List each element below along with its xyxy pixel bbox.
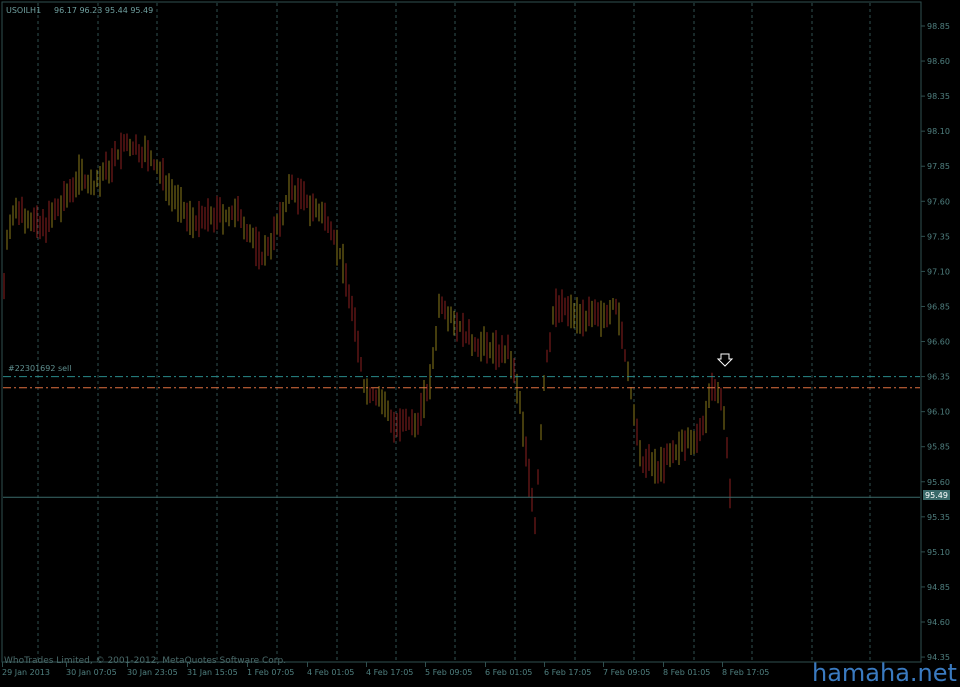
price-tick-label: 94.60 bbox=[927, 618, 950, 627]
price-tick-label: 97.85 bbox=[927, 162, 950, 171]
chart-svg[interactable]: 98.85 98.60 98.35 98.10 97.85 97.60 97.35 97.10… bbox=[0, 0, 960, 687]
time-tick-label: 4 Feb 01:05 bbox=[307, 668, 354, 677]
time-tick-label: 8 Feb 01:05 bbox=[663, 668, 710, 677]
price-tick-label: 98.10 bbox=[927, 127, 950, 136]
time-tick-label: 6 Feb 01:05 bbox=[485, 668, 532, 677]
price-tick-label: 96.60 bbox=[927, 338, 950, 347]
price-tick-label: 96.35 bbox=[927, 373, 950, 382]
time-tick-label: 31 Jan 15:05 bbox=[187, 668, 238, 677]
current-price-text: 95.49 bbox=[925, 491, 948, 500]
price-tick-label: 96.10 bbox=[927, 408, 950, 417]
price-tick-label: 95.85 bbox=[927, 443, 950, 452]
price-tick-label: 98.60 bbox=[927, 57, 950, 66]
chart-background bbox=[0, 0, 960, 683]
time-tick-label: 1 Feb 07:05 bbox=[247, 668, 294, 677]
time-tick-label: 29 Jan 2013 bbox=[2, 668, 50, 677]
price-tick-label: 97.60 bbox=[927, 197, 950, 206]
time-tick-label: 8 Feb 17:05 bbox=[722, 668, 769, 677]
price-tick-label: 97.10 bbox=[927, 267, 950, 276]
price-tick-label: 95.35 bbox=[927, 513, 950, 522]
time-tick-label: 6 Feb 17:05 bbox=[544, 668, 591, 677]
price-tick-label: 96.85 bbox=[927, 302, 950, 311]
price-tick-label: 94.85 bbox=[927, 583, 950, 592]
price-tick-label: 97.35 bbox=[927, 232, 950, 241]
time-tick-label: 30 Jan 07:05 bbox=[66, 668, 117, 677]
copyright-text: WhoTrades Limited, © 2001-2012, MetaQuot… bbox=[4, 656, 286, 666]
price-tick-label: 95.60 bbox=[927, 478, 950, 487]
price-tick-label: 95.10 bbox=[927, 548, 950, 557]
time-tick-label: 4 Feb 17:05 bbox=[366, 668, 413, 677]
time-tick-label: 5 Feb 09:05 bbox=[425, 668, 472, 677]
order-label: #22301692 sell bbox=[8, 364, 72, 373]
time-tick-label: 7 Feb 09:05 bbox=[603, 668, 650, 677]
ohlc-values: 96.17 96.23 95.44 95.49 bbox=[54, 6, 153, 15]
price-chart[interactable]: 98.85 98.60 98.35 98.10 97.85 97.60 97.35 97.10… bbox=[0, 0, 960, 687]
price-tick-label: 98.35 bbox=[927, 92, 950, 101]
time-tick-label: 30 Jan 23:05 bbox=[127, 668, 178, 677]
symbol-label: USOILH1 bbox=[6, 6, 41, 15]
watermark-text: hamaha.net bbox=[812, 659, 957, 683]
price-tick-label: 98.85 bbox=[927, 22, 950, 31]
